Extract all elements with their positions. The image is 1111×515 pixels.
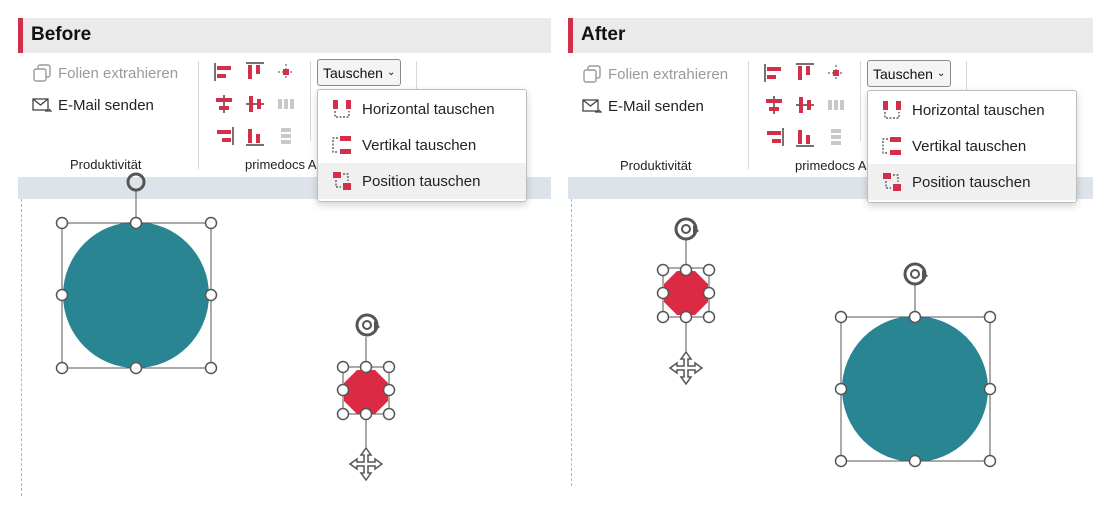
position-swap-icon <box>333 172 351 190</box>
rotate-handle-icon[interactable] <box>355 313 380 337</box>
menu-item-label: Vertikal tauschen <box>362 136 477 154</box>
menu-item-label: Horizontal tauschen <box>362 100 495 118</box>
menu-item-position-swap[interactable]: Position tauschen <box>318 163 526 199</box>
menu-item-label: Horizontal tauschen <box>912 101 1045 119</box>
teal-circle-shape[interactable] <box>840 284 991 462</box>
menu-item-vertical-swap[interactable]: Vertikal tauschen <box>868 128 1076 164</box>
horizontal-swap-icon <box>883 101 901 119</box>
swap-dropdown-menu: Horizontal tauschen Vertikal tauschen Po… <box>317 89 527 202</box>
horizontal-swap-icon <box>333 100 351 118</box>
menu-item-position-swap[interactable]: Position tauschen <box>868 164 1076 200</box>
move-handle-icon[interactable] <box>348 446 384 482</box>
rotate-handle-icon[interactable] <box>126 172 146 192</box>
menu-item-label: Position tauschen <box>912 173 1031 191</box>
teal-circle-shape[interactable] <box>61 190 212 369</box>
red-octagon-shape[interactable] <box>662 238 710 352</box>
vertical-swap-icon <box>882 137 901 155</box>
shapes-layer <box>656 217 997 468</box>
rotate-handle-icon[interactable] <box>903 262 928 286</box>
rotate-handle-icon[interactable] <box>674 217 699 241</box>
before-panel: Before Folien extrahieren E-Mail senden … <box>18 18 551 496</box>
menu-item-label: Position tauschen <box>362 172 481 190</box>
vertical-swap-icon <box>332 136 351 154</box>
after-panel: After Folien extrahieren E-Mail senden P… <box>568 18 1093 486</box>
menu-item-horizontal-swap[interactable]: Horizontal tauschen <box>318 91 526 127</box>
position-swap-icon <box>883 173 901 191</box>
menu-item-vertical-swap[interactable]: Vertikal tauschen <box>318 127 526 163</box>
move-handle-icon[interactable] <box>668 350 704 386</box>
menu-item-label: Vertikal tauschen <box>912 137 1027 155</box>
menu-item-horizontal-swap[interactable]: Horizontal tauschen <box>868 92 1076 128</box>
red-octagon-shape[interactable] <box>342 337 390 450</box>
swap-dropdown-menu: Horizontal tauschen Vertikal tauschen Po… <box>867 90 1077 203</box>
